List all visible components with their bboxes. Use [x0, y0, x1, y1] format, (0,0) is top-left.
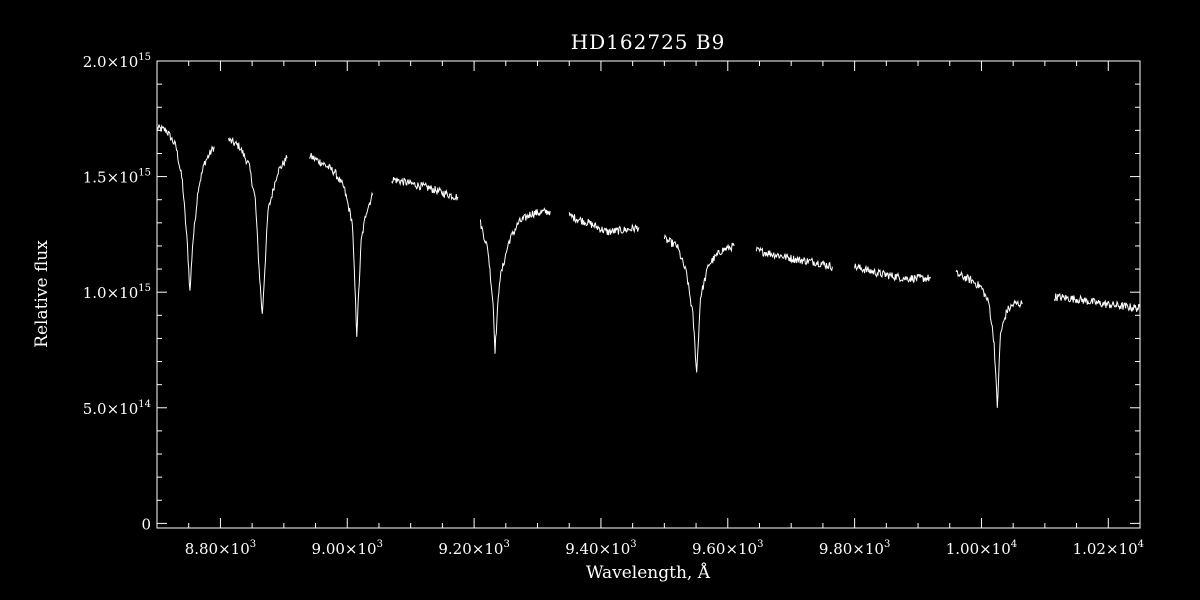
x-tick-label: 1.00×104 — [946, 539, 1017, 558]
chart-background — [0, 0, 1200, 600]
x-tick-label: 9.00×103 — [312, 539, 383, 558]
x-tick-label: 9.20×103 — [438, 539, 509, 558]
x-tick-label: 9.60×103 — [692, 539, 763, 558]
y-tick-label: 0 — [141, 515, 151, 533]
spectrum-chart: HD162725 B9 8.80×103 9.00×103 9.20×103 9.40… — [0, 0, 1200, 600]
chart-title: HD162725 B9 — [571, 30, 726, 54]
x-tick-label: 8.80×103 — [185, 539, 256, 558]
x-tick-label: 1.02×104 — [1073, 539, 1144, 558]
x-tick-label: 9.40×103 — [565, 539, 636, 558]
x-axis-label: Wavelength, Å — [586, 562, 711, 583]
y-axis-label: Relative flux — [32, 240, 52, 348]
x-tick-label: 9.80×103 — [819, 539, 890, 558]
